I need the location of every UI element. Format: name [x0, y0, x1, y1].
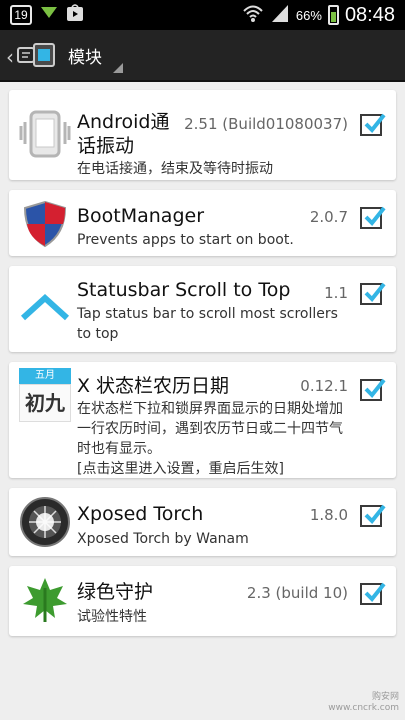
notification-count-badge: 19 — [10, 5, 32, 25]
module-name: Statusbar Scroll to Top — [77, 279, 291, 301]
module-description: Xposed Torch by Wanam — [77, 531, 249, 547]
action-bar: ‹ 模块 — [0, 30, 405, 82]
phone-vibrate-icon — [19, 108, 71, 160]
module-description: Tap status bar to scroll most scrollers … — [77, 306, 338, 342]
watermark-line1: 购安网 — [371, 692, 399, 702]
chevron-left-icon: ‹ — [6, 45, 14, 69]
module-version: 2.3 (build 10) — [246, 584, 348, 602]
enable-checkbox[interactable] — [360, 504, 386, 527]
torch-icon — [19, 496, 71, 548]
module-card[interactable]: Xposed Torch 1.8.0 Xposed Torch by Wanam — [9, 488, 396, 556]
enable-checkbox[interactable] — [360, 206, 386, 229]
watermark-line2: www.cncrk.com — [328, 703, 399, 713]
module-card[interactable]: 五月 初九 X 状态栏农历日期 0.12.1 在状态栏下拉和锁屏界面显示的日期处… — [9, 362, 396, 478]
module-version: 1.8.0 — [309, 506, 348, 524]
module-version: 2.0.7 — [309, 208, 348, 226]
module-description: Prevents apps to start on boot. — [77, 232, 294, 248]
module-name: Xposed Torch — [77, 503, 204, 525]
green-leaf-icon — [19, 574, 71, 626]
module-description: 在电话接通，结束及等待时振动 — [77, 161, 273, 177]
shield-icon — [19, 198, 71, 250]
app-icon — [16, 40, 60, 74]
module-card[interactable]: 绿色守护 2.3 (build 10) 试验性特性 — [9, 566, 396, 636]
download-icon — [40, 5, 58, 25]
enable-checkbox[interactable] — [360, 378, 386, 401]
enable-checkbox[interactable] — [360, 282, 386, 305]
module-description: 在状态栏下拉和锁屏界面显示的日期处增加一行农历时间，遇到农历节日或二十四节气时也… — [77, 401, 343, 477]
enable-checkbox[interactable] — [360, 113, 386, 136]
calendar-day-label: 初九 — [19, 384, 71, 422]
module-card[interactable]: Android通 话振动 2.51 (Build01080037) 在电话接通，… — [9, 90, 396, 180]
back-button[interactable]: ‹ — [6, 40, 60, 74]
play-store-icon — [66, 4, 84, 26]
module-card[interactable]: Statusbar Scroll to Top 1.1 Tap status b… — [9, 266, 396, 352]
wifi-icon — [242, 3, 264, 27]
enable-checkbox[interactable] — [360, 582, 386, 605]
chevron-up-icon — [19, 288, 71, 340]
module-name: BootManager — [77, 205, 205, 227]
lunar-calendar-icon: 五月 初九 — [19, 368, 71, 424]
watermark: 购安网 www.cncrk.com — [328, 692, 399, 714]
module-description: 试验性特性 — [77, 609, 147, 625]
module-name: X 状态栏农历日期 — [77, 375, 230, 397]
page-title: 模块 — [68, 48, 102, 68]
module-name: 绿色守护 — [77, 581, 154, 603]
status-bar: 19 66% 08:48 — [0, 0, 405, 30]
signal-icon — [270, 3, 290, 27]
overflow-corner-indicator — [113, 63, 123, 73]
clock: 08:48 — [344, 3, 395, 26]
module-name: Android通 话振动 — [77, 111, 170, 157]
module-version: 0.12.1 — [300, 377, 348, 395]
module-version: 2.51 (Build01080037) — [184, 115, 348, 133]
battery-icon — [327, 5, 339, 25]
battery-percent: 66% — [295, 7, 322, 23]
module-card[interactable]: BootManager 2.0.7 Prevents apps to start… — [9, 190, 396, 256]
calendar-month-label: 五月 — [19, 368, 71, 384]
module-version: 1.1 — [324, 284, 348, 302]
